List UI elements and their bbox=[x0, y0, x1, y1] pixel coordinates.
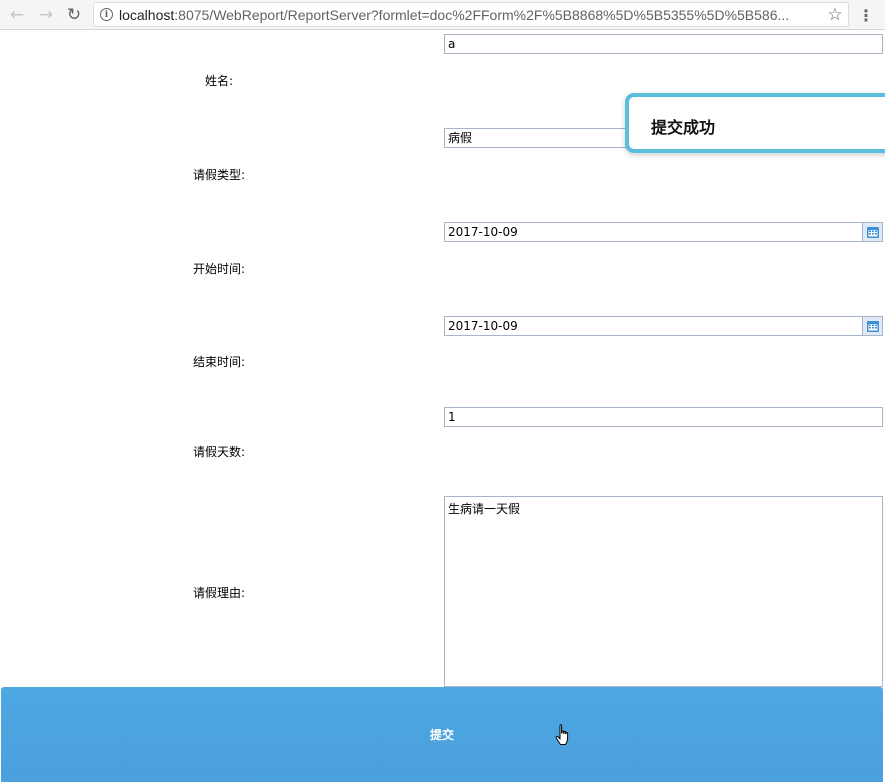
submit-label: 提交 bbox=[429, 728, 454, 742]
days-field[interactable]: 1 bbox=[444, 407, 883, 427]
forward-arrow-icon[interactable]: → bbox=[35, 4, 57, 26]
calendar-icon[interactable] bbox=[862, 317, 882, 335]
back-arrow-icon[interactable]: ← bbox=[6, 4, 28, 26]
reason-textarea[interactable]: 生病请一天假 bbox=[444, 496, 883, 687]
reload-icon[interactable]: ↻ bbox=[63, 4, 85, 26]
url-path: :8075/WebReport/ReportServer?formlet=doc… bbox=[174, 6, 790, 23]
reason-label: 请假理由: bbox=[193, 586, 246, 600]
start-date-field[interactable]: 2017-10-09 bbox=[444, 222, 883, 242]
browser-toolbar: ← → ↻ i localhost:8075/WebReport/ReportS… bbox=[0, 0, 885, 30]
success-toast: 提交成功 bbox=[625, 93, 885, 153]
submit-button[interactable]: 提交 bbox=[1, 687, 883, 782]
end-date-label: 结束时间: bbox=[193, 355, 246, 369]
toast-message: 提交成功 bbox=[651, 118, 716, 137]
info-icon[interactable]: i bbox=[100, 8, 113, 21]
end-date-field[interactable]: 2017-10-09 bbox=[444, 316, 883, 336]
star-icon[interactable]: ☆ bbox=[822, 3, 848, 26]
start-date-value: 2017-10-09 bbox=[448, 225, 518, 239]
name-label: 姓名: bbox=[205, 74, 234, 88]
url-host: localhost bbox=[119, 6, 175, 23]
days-label: 请假天数: bbox=[193, 445, 246, 459]
menu-dots-icon[interactable]: ⋮ bbox=[857, 4, 875, 26]
start-date-label: 开始时间: bbox=[193, 262, 246, 276]
hand-pointer-icon bbox=[555, 724, 573, 746]
end-date-value: 2017-10-09 bbox=[448, 319, 518, 333]
url-text[interactable]: localhost:8075/WebReport/ReportServer?fo… bbox=[119, 7, 848, 23]
name-field[interactable]: a bbox=[444, 34, 883, 54]
calendar-icon[interactable] bbox=[862, 223, 882, 241]
address-bar[interactable]: i localhost:8075/WebReport/ReportServer?… bbox=[93, 2, 849, 27]
leave-type-label: 请假类型: bbox=[193, 168, 246, 182]
